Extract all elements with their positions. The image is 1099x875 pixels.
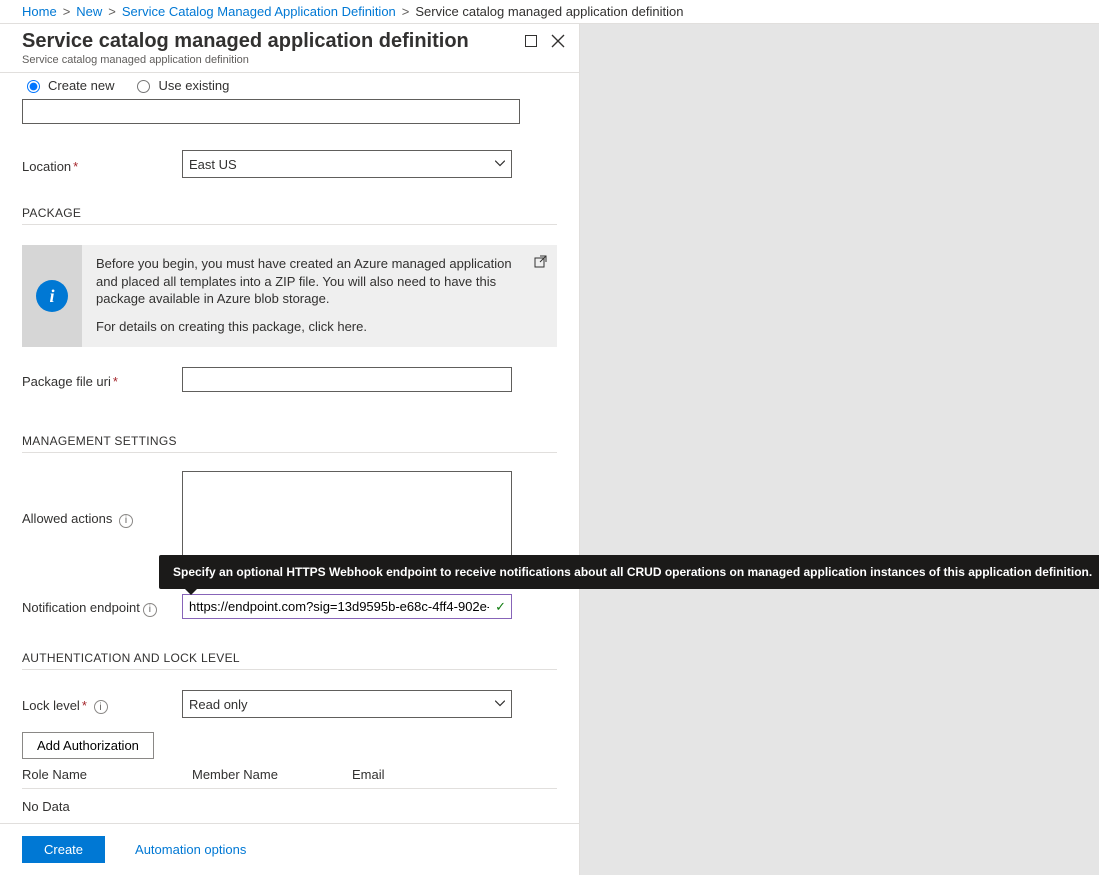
automation-options-link[interactable]: Automation options — [135, 842, 246, 857]
info-callout: i Before you begin, you must have create… — [22, 245, 557, 347]
package-uri-label: Package file uri* — [22, 370, 182, 389]
notification-endpoint-input[interactable] — [182, 594, 512, 619]
location-value: East US — [189, 157, 237, 172]
check-icon: ✓ — [495, 599, 506, 615]
breadcrumb: Home > New > Service Catalog Managed App… — [0, 0, 1099, 24]
notification-tooltip: Specify an optional HTTPS Webhook endpoi… — [159, 555, 1099, 589]
add-authorization-button[interactable]: Add Authorization — [22, 732, 154, 759]
info-text-2: For details on creating this package, cl… — [96, 318, 527, 336]
chevron-right-icon: > — [402, 4, 410, 19]
allowed-actions-label: Allowed actions i — [22, 471, 182, 528]
info-text-1: Before you begin, you must have created … — [96, 255, 527, 308]
page-subtitle: Service catalog managed application defi… — [22, 54, 557, 66]
column-member-name: Member Name — [192, 767, 352, 782]
info-icon: i — [36, 280, 68, 312]
no-data-row: No Data — [22, 789, 557, 823]
lock-level-select[interactable]: Read only — [182, 690, 512, 718]
section-package: PACKAGE — [22, 206, 557, 220]
package-uri-input[interactable] — [182, 367, 512, 392]
location-select[interactable]: East US — [182, 150, 512, 178]
radio-use-existing-input[interactable] — [137, 80, 150, 93]
empty-pane — [580, 24, 1099, 875]
section-management: MANAGEMENT SETTINGS — [22, 434, 557, 448]
create-button[interactable]: Create — [22, 836, 105, 863]
resource-group-input[interactable] — [22, 99, 520, 124]
breadcrumb-service-catalog[interactable]: Service Catalog Managed Application Defi… — [122, 4, 396, 19]
column-role-name: Role Name — [22, 767, 192, 782]
blade-header: Service catalog managed application defi… — [0, 24, 579, 73]
info-icon[interactable]: i — [143, 603, 157, 617]
page-title: Service catalog managed application defi… — [22, 30, 557, 53]
info-icon[interactable]: i — [94, 700, 108, 714]
radio-create-new-input[interactable] — [27, 80, 40, 93]
info-icon[interactable]: i — [119, 514, 133, 528]
blade-footer: Create Automation options — [0, 823, 579, 875]
chevron-right-icon: > — [108, 4, 116, 19]
radio-use-existing[interactable]: Use existing — [132, 77, 229, 93]
breadcrumb-home[interactable]: Home — [22, 4, 57, 19]
chevron-right-icon: > — [63, 4, 71, 19]
radio-create-new[interactable]: Create new — [22, 77, 114, 93]
breadcrumb-current: Service catalog managed application defi… — [415, 4, 683, 19]
section-auth: AUTHENTICATION AND LOCK LEVEL — [22, 651, 557, 665]
close-icon[interactable] — [551, 34, 565, 51]
column-email: Email — [352, 767, 557, 782]
lock-level-label: Lock level* i — [22, 694, 182, 715]
chevron-down-icon — [495, 159, 505, 170]
maximize-icon[interactable] — [525, 34, 537, 51]
blade-body[interactable]: Create new Use existing Location* East U… — [0, 73, 579, 823]
lock-level-value: Read only — [189, 697, 248, 712]
radio-use-existing-label: Use existing — [158, 78, 229, 93]
location-label: Location* — [22, 155, 182, 174]
breadcrumb-new[interactable]: New — [76, 4, 102, 19]
blade-panel: Service catalog managed application defi… — [0, 24, 580, 875]
allowed-actions-input[interactable] — [182, 471, 512, 561]
notification-endpoint-label: Notification endpointi — [22, 596, 182, 617]
radio-create-new-label: Create new — [48, 78, 114, 93]
authorization-table: Role Name Member Name Email No Data — [22, 767, 557, 823]
external-link-icon[interactable] — [534, 255, 547, 273]
chevron-down-icon — [495, 699, 505, 710]
